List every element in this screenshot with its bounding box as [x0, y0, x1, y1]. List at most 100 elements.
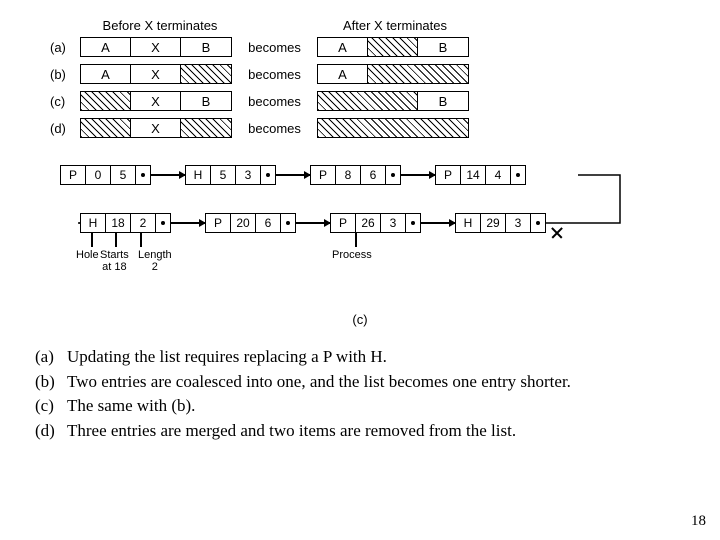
- ll-cell: 2: [131, 214, 156, 232]
- segment-process: A: [318, 65, 368, 83]
- ll-node: P05: [60, 165, 151, 185]
- segment-hole: [318, 92, 418, 110]
- ll-pointer: [281, 214, 295, 232]
- linked-list-row-2: H182P206P263H293: [80, 213, 660, 233]
- segment-process: B: [181, 38, 231, 56]
- segment-process: B: [418, 92, 468, 110]
- description-label: (d): [35, 419, 67, 444]
- segment-process: X: [131, 92, 181, 110]
- header-after: After X terminates: [320, 18, 470, 33]
- linked-list-figure: P05H53P86P144 H182P206P263H293 Hole Star…: [60, 165, 660, 261]
- segment-process: X: [131, 65, 181, 83]
- description-item: (d)Three entries are merged and two item…: [35, 419, 690, 444]
- ll-node: H293: [455, 213, 546, 233]
- segment-hole: [181, 119, 231, 137]
- row-label: (d): [50, 121, 80, 136]
- bar-after: AB: [317, 37, 469, 57]
- annot-process: Process: [332, 249, 372, 261]
- ll-cell: 6: [256, 214, 281, 232]
- ll-pointer: [511, 166, 525, 184]
- ll-cell: 4: [486, 166, 511, 184]
- description-label: (a): [35, 345, 67, 370]
- description-label: (c): [35, 394, 67, 419]
- annot-length: Length 2: [138, 249, 172, 273]
- description-text: The same with (b).: [67, 394, 690, 419]
- ll-cell: P: [206, 214, 231, 232]
- figure-row: (a)AXBbecomesAB: [50, 37, 650, 57]
- arrow-icon: [296, 222, 330, 224]
- bar-before: AXB: [80, 37, 232, 57]
- ll-cell: 3: [236, 166, 261, 184]
- arrow-icon: [171, 222, 205, 224]
- ll-pointer: [156, 214, 170, 232]
- ll-pointer: [531, 214, 545, 232]
- ll-node: H53: [185, 165, 276, 185]
- ll-cell: 20: [231, 214, 256, 232]
- row-label: (b): [50, 67, 80, 82]
- row-label: (a): [50, 40, 80, 55]
- segment-hole: [368, 65, 468, 83]
- ll-node: H182: [80, 213, 171, 233]
- ll-node: P144: [435, 165, 526, 185]
- segment-process: A: [81, 65, 131, 83]
- segment-hole: [318, 119, 468, 137]
- annot-hole: Hole: [76, 249, 99, 261]
- bar-before: XB: [80, 91, 232, 111]
- description-text: Two entries are coalesced into one, and …: [67, 370, 690, 395]
- bar-after: A: [317, 64, 469, 84]
- segment-process: B: [181, 92, 231, 110]
- figure-row: (b)AXbecomesA: [50, 64, 650, 84]
- subfigure-label: (c): [0, 312, 720, 327]
- segment-process: A: [81, 38, 131, 56]
- becomes-label: becomes: [232, 40, 317, 55]
- annot-starts: Starts at 18: [100, 249, 129, 273]
- ll-node: P86: [310, 165, 401, 185]
- page-number: 18: [691, 513, 706, 530]
- segment-hole: [368, 38, 418, 56]
- header-before: Before X terminates: [85, 18, 235, 33]
- ll-cell: 14: [461, 166, 486, 184]
- ll-cell: 5: [111, 166, 136, 184]
- segment-process: A: [318, 38, 368, 56]
- segment-hole: [81, 119, 131, 137]
- description-item: (b)Two entries are coalesced into one, a…: [35, 370, 690, 395]
- figure-row: (c)XBbecomesB: [50, 91, 650, 111]
- description-item: (a)Updating the list requires replacing …: [35, 345, 690, 370]
- description-text: Updating the list requires replacing a P…: [67, 345, 690, 370]
- coalesce-figure: Before X terminates After X terminates (…: [50, 18, 650, 145]
- ll-cell: P: [61, 166, 86, 184]
- description-label: (b): [35, 370, 67, 395]
- ll-cell: 29: [481, 214, 506, 232]
- ll-cell: 18: [106, 214, 131, 232]
- row-label: (c): [50, 94, 80, 109]
- segment-hole: [181, 65, 231, 83]
- description-list: (a)Updating the list requires replacing …: [35, 345, 690, 444]
- ll-cell: H: [456, 214, 481, 232]
- description-item: (c)The same with (b).: [35, 394, 690, 419]
- figure-headers: Before X terminates After X terminates: [85, 18, 650, 33]
- becomes-label: becomes: [232, 94, 317, 109]
- becomes-label: becomes: [232, 121, 317, 136]
- ll-cell: 26: [356, 214, 381, 232]
- bar-after: B: [317, 91, 469, 111]
- ll-cell: 0: [86, 166, 111, 184]
- description-text: Three entries are merged and two items a…: [67, 419, 690, 444]
- ll-node: P263: [330, 213, 421, 233]
- segment-hole: [81, 92, 131, 110]
- linked-list-row-1: P05H53P86P144: [60, 165, 660, 185]
- ll-pointer: [136, 166, 150, 184]
- becomes-label: becomes: [232, 67, 317, 82]
- ll-cell: 5: [211, 166, 236, 184]
- ll-cell: 8: [336, 166, 361, 184]
- segment-process: X: [131, 119, 181, 137]
- bar-before: AX: [80, 64, 232, 84]
- ll-cell: P: [331, 214, 356, 232]
- segment-process: B: [418, 38, 468, 56]
- ll-cell: P: [311, 166, 336, 184]
- ll-pointer: [261, 166, 275, 184]
- ll-cell: H: [81, 214, 106, 232]
- segment-process: X: [131, 38, 181, 56]
- ll-cell: 6: [361, 166, 386, 184]
- arrow-icon: [276, 174, 310, 176]
- ll-cell: P: [436, 166, 461, 184]
